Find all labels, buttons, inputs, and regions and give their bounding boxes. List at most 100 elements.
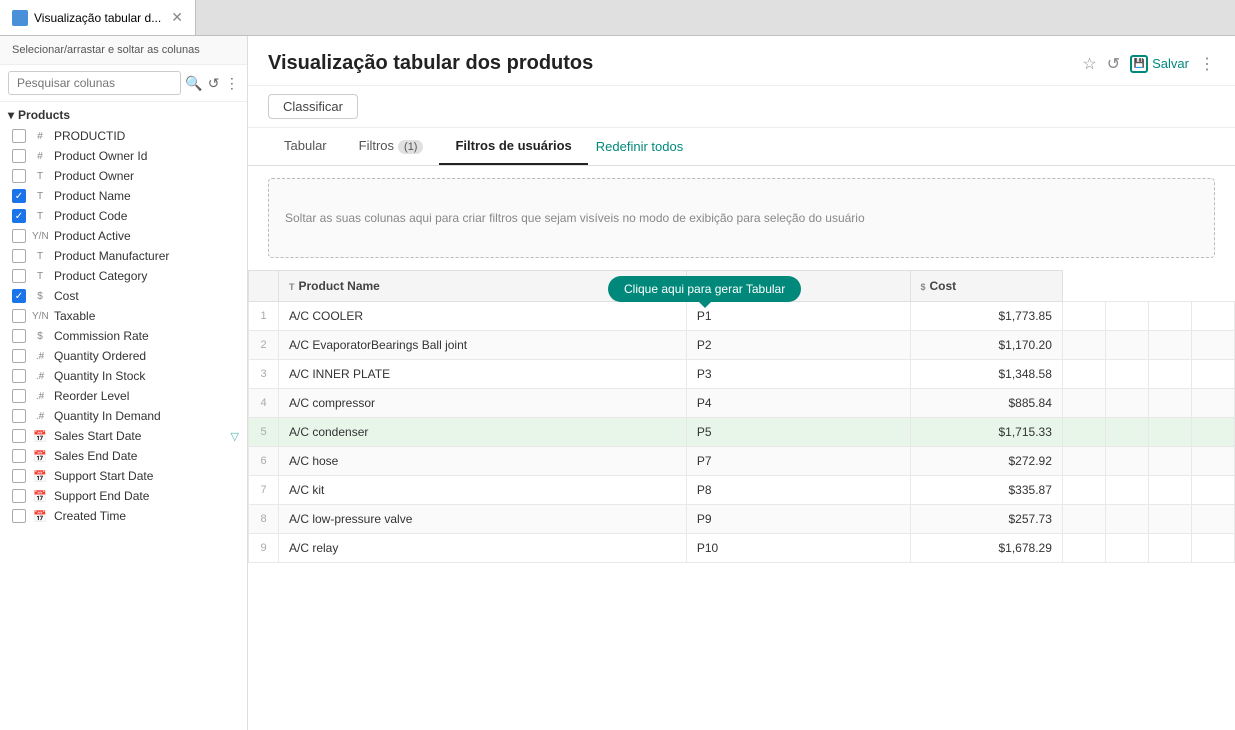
type-indicator: T [32,191,48,202]
search-icon[interactable]: 🔍 [185,71,202,95]
column-name: Sales Start Date [54,429,225,443]
product-code-cell: P2 [686,331,910,360]
tab-tabular[interactable]: Tabular [268,128,343,165]
row-number: 5 [249,418,279,447]
column-name: Quantity In Stock [54,369,239,383]
save-button[interactable]: 💾 Salvar [1130,55,1189,73]
sidebar-item: 📅Support End Date [0,486,247,506]
refresh-icon[interactable]: ↺ [206,71,220,95]
product-name-cell: A/C INNER PLATE [279,360,687,389]
sidebar-item: Y/NProduct Active [0,226,247,246]
column-name: Quantity In Demand [54,409,239,423]
column-checkbox[interactable] [12,169,26,183]
column-checkbox[interactable] [12,129,26,143]
row-num[interactable] [249,271,279,302]
type-indicator: Y/N [32,311,48,322]
empty-cell [1148,505,1191,534]
column-checkbox[interactable] [12,469,26,483]
empty-cell [1105,418,1148,447]
column-checkbox[interactable] [12,189,26,203]
cost-header[interactable]: $Cost [910,271,1062,302]
column-checkbox[interactable] [12,509,26,523]
column-checkbox[interactable] [12,209,26,223]
main-tab[interactable]: Visualização tabular d... ✕ [0,0,196,35]
tab-filters[interactable]: Filtros(1) [343,128,440,165]
empty-cell [1148,447,1191,476]
product-code-cell: P10 [686,534,910,563]
sidebar-item: #PRODUCTID [0,126,247,146]
tab-userfilters[interactable]: Filtros de usuários [439,128,587,165]
type-indicator: .# [32,391,48,402]
column-checkbox[interactable] [12,449,26,463]
tab-badge: (1) [398,140,423,154]
sidebar-item: #Product Owner Id [0,146,247,166]
empty-cell [1062,418,1105,447]
search-input[interactable] [8,71,181,95]
type-indicator: # [32,131,48,142]
column-name: Product Owner [54,169,239,183]
column-checkbox[interactable] [12,349,26,363]
empty-cell [1191,302,1234,331]
tab-close-icon[interactable]: ✕ [171,9,183,26]
type-indicator: T [32,251,48,262]
column-checkbox[interactable] [12,409,26,423]
row-number: 1 [249,302,279,331]
column-checkbox[interactable] [12,229,26,243]
column-checkbox[interactable] [12,269,26,283]
sidebar-hint: Selecionar/arrastar e soltar as colunas [0,36,247,65]
classify-button[interactable]: Classificar [268,94,358,119]
column-checkbox[interactable] [12,149,26,163]
empty-cell [1105,505,1148,534]
empty-cell [1191,447,1234,476]
product-name-cell: A/C hose [279,447,687,476]
group-label: Products [18,108,70,122]
tab-label: Visualização tabular d... [34,11,161,25]
more-options-icon[interactable]: ⋮ [1199,54,1215,74]
chevron-down-icon: ▾ [8,108,14,122]
more-icon[interactable]: ⋮ [225,71,239,95]
column-checkbox[interactable] [12,489,26,503]
empty-cell [1062,534,1105,563]
product-name-cell: A/C condenser [279,418,687,447]
sidebar-item: TProduct Owner [0,166,247,186]
column-checkbox[interactable] [12,289,26,303]
type-indicator: T [32,211,48,222]
empty-cell [1105,534,1148,563]
tooltip-bubble[interactable]: Clique aqui para gerar Tabular [608,276,801,302]
data-table: TProduct NameTProduct Code$Cost 1A/C COO… [248,270,1235,563]
empty-cell [1191,476,1234,505]
reset-link[interactable]: Redefinir todos [596,139,683,154]
tabs-row: TabularFiltros(1)Filtros de usuários Rede… [248,128,1235,166]
tab-bar: Visualização tabular d... ✕ [0,0,1235,36]
column-checkbox[interactable] [12,389,26,403]
product-code-cell: P7 [686,447,910,476]
sidebar-item: .#Reorder Level [0,386,247,406]
column-checkbox[interactable] [12,249,26,263]
column-checkbox[interactable] [12,329,26,343]
table-wrapper: Clique aqui para gerar Tabular TProduct … [248,270,1235,730]
sidebar-group: ▾ Products [0,102,247,126]
sidebar-item: 📅Support Start Date [0,466,247,486]
cost-cell: $1,348.58 [910,360,1062,389]
column-name: Taxable [54,309,239,323]
empty-cell [1191,331,1234,360]
sidebar-item: TProduct Manufacturer [0,246,247,266]
drop-zone: Soltar as suas colunas aqui para criar f… [268,178,1215,258]
column-checkbox[interactable] [12,309,26,323]
row-number: 3 [249,360,279,389]
empty-cell [1191,534,1234,563]
sidebar-item: .#Quantity Ordered [0,346,247,366]
column-name: Support End Date [54,489,239,503]
row-number: 8 [249,505,279,534]
star-icon[interactable]: ☆ [1082,54,1096,74]
refresh-icon[interactable]: ↺ [1107,54,1120,74]
cost-cell: $885.84 [910,389,1062,418]
type-indicator: 📅 [32,470,48,483]
cost-cell: $257.73 [910,505,1062,534]
column-checkbox[interactable] [12,429,26,443]
column-checkbox[interactable] [12,369,26,383]
cost-cell: $1,678.29 [910,534,1062,563]
product-name-cell: A/C kit [279,476,687,505]
column-name: Product Name [54,189,239,203]
type-indicator: $ [32,331,48,342]
